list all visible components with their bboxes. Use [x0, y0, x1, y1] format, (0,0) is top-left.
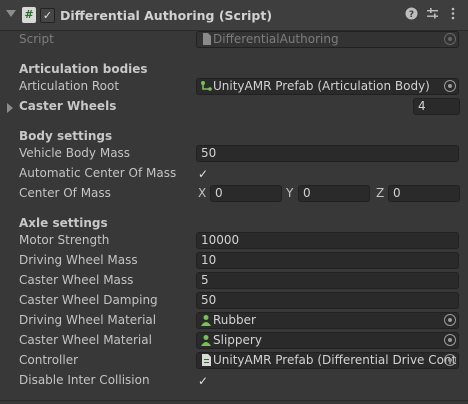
svg-text:?: ? [408, 10, 413, 20]
caster-wheel-material-label: Caster Wheel Material [19, 333, 152, 347]
vehicle-body-mass-row: Vehicle Body Mass 50 [0, 144, 468, 164]
controller-row: Controller UnityAMR Prefab (Differential… [0, 351, 468, 371]
vehicle-body-mass-label: Vehicle Body Mass [19, 146, 131, 160]
driving-wheel-material-label: Driving Wheel Material [19, 313, 157, 327]
script-field: DifferentialAuthoring [196, 31, 459, 48]
articulation-root-row: Articulation Root UnityAMR Prefab (Artic… [0, 77, 468, 97]
script-file-icon [200, 33, 212, 46]
caster-wheels-row[interactable]: Caster Wheels 4 [0, 97, 468, 117]
axle-section-title: Axle settings [19, 216, 108, 230]
controller-value: UnityAMR Prefab (Differential Drive Cont [213, 353, 457, 367]
driving-wheel-material-field[interactable]: Rubber [196, 312, 459, 329]
caster-wheel-damping-row: Caster Wheel Damping 50 [0, 291, 468, 311]
object-picker-icon [444, 33, 456, 45]
com-x-input[interactable]: 0 [210, 185, 282, 202]
help-icon[interactable]: ? [404, 7, 418, 21]
motor-strength-input[interactable]: 10000 [196, 232, 459, 249]
articulation-root-label: Articulation Root [19, 79, 120, 93]
script-component-icon [200, 354, 212, 367]
caster-wheel-material-row: Caster Wheel Material Slippery [0, 331, 468, 351]
caster-wheels-count[interactable]: 4 [413, 98, 460, 115]
com-y-label: Y [286, 186, 294, 200]
driving-wheel-material-value: Rubber [213, 313, 256, 327]
more-icon[interactable] [446, 7, 460, 21]
motor-strength-label: Motor Strength [19, 233, 110, 247]
disable-inter-collision-row: Disable Inter Collision ✓ [0, 371, 468, 391]
auto-com-label: Automatic Center Of Mass [19, 166, 177, 180]
motor-strength-row: Motor Strength 10000 [0, 231, 468, 251]
driving-wheel-mass-row: Driving Wheel Mass 10 [0, 251, 468, 271]
script-row: Script DifferentialAuthoring [0, 30, 468, 50]
auto-com-row: Automatic Center Of Mass ✓ [0, 164, 468, 184]
object-picker-icon[interactable] [444, 314, 456, 326]
com-y-input[interactable]: 0 [298, 185, 370, 202]
object-picker-icon[interactable] [444, 334, 456, 346]
caster-wheel-material-value: Slippery [213, 333, 262, 347]
driving-wheel-mass-input[interactable]: 10 [196, 252, 459, 269]
expand-arrow-icon[interactable] [7, 103, 13, 113]
caster-wheel-damping-input[interactable]: 50 [196, 292, 459, 309]
component-title: Differential Authoring (Script) [60, 8, 273, 23]
vehicle-body-mass-input[interactable]: 50 [196, 145, 459, 162]
center-of-mass-label: Center Of Mass [19, 186, 111, 200]
script-label: Script [19, 32, 54, 46]
physics-material-icon [200, 334, 212, 347]
com-z-input[interactable]: 0 [388, 185, 460, 202]
driving-wheel-material-row: Driving Wheel Material Rubber [0, 311, 468, 331]
disable-inter-collision-checkbox[interactable]: ✓ [196, 374, 210, 388]
articulation-section-title: Articulation bodies [19, 62, 148, 76]
caster-wheel-mass-row: Caster Wheel Mass 5 [0, 271, 468, 291]
controller-field[interactable]: UnityAMR Prefab (Differential Drive Cont [196, 352, 459, 369]
caster-wheel-material-field[interactable]: Slippery [196, 332, 459, 349]
caster-wheel-mass-input[interactable]: 5 [196, 272, 459, 289]
disable-inter-collision-label: Disable Inter Collision [19, 373, 150, 387]
component-enabled-checkbox[interactable]: ✓ [40, 8, 55, 23]
presets-icon[interactable] [425, 7, 439, 21]
com-x-label: X [198, 186, 207, 200]
script-icon: # [22, 7, 36, 23]
component-header: # ✓ Differential Authoring (Script) ? [0, 0, 468, 31]
physics-material-icon [200, 314, 212, 327]
caster-wheel-mass-label: Caster Wheel Mass [19, 273, 134, 287]
com-z-label: Z [376, 186, 385, 200]
body-section-title: Body settings [19, 129, 113, 143]
collapse-arrow-icon[interactable] [6, 10, 16, 17]
center-of-mass-row: Center Of Mass X 0 Y 0 Z 0 [0, 184, 468, 204]
script-value: DifferentialAuthoring [213, 32, 339, 46]
articulation-body-icon [200, 80, 212, 93]
auto-com-checkbox[interactable]: ✓ [196, 167, 210, 181]
articulation-root-value: UnityAMR Prefab (Articulation Body) [213, 79, 430, 93]
articulation-root-field[interactable]: UnityAMR Prefab (Articulation Body) [196, 78, 459, 95]
object-picker-icon[interactable] [444, 354, 456, 366]
driving-wheel-mass-label: Driving Wheel Mass [19, 253, 138, 267]
object-picker-icon[interactable] [444, 80, 456, 92]
controller-label: Controller [19, 353, 79, 367]
inspector-divider [0, 400, 468, 401]
caster-wheel-damping-label: Caster Wheel Damping [19, 293, 158, 307]
caster-wheels-label[interactable]: Caster Wheels [19, 99, 116, 113]
